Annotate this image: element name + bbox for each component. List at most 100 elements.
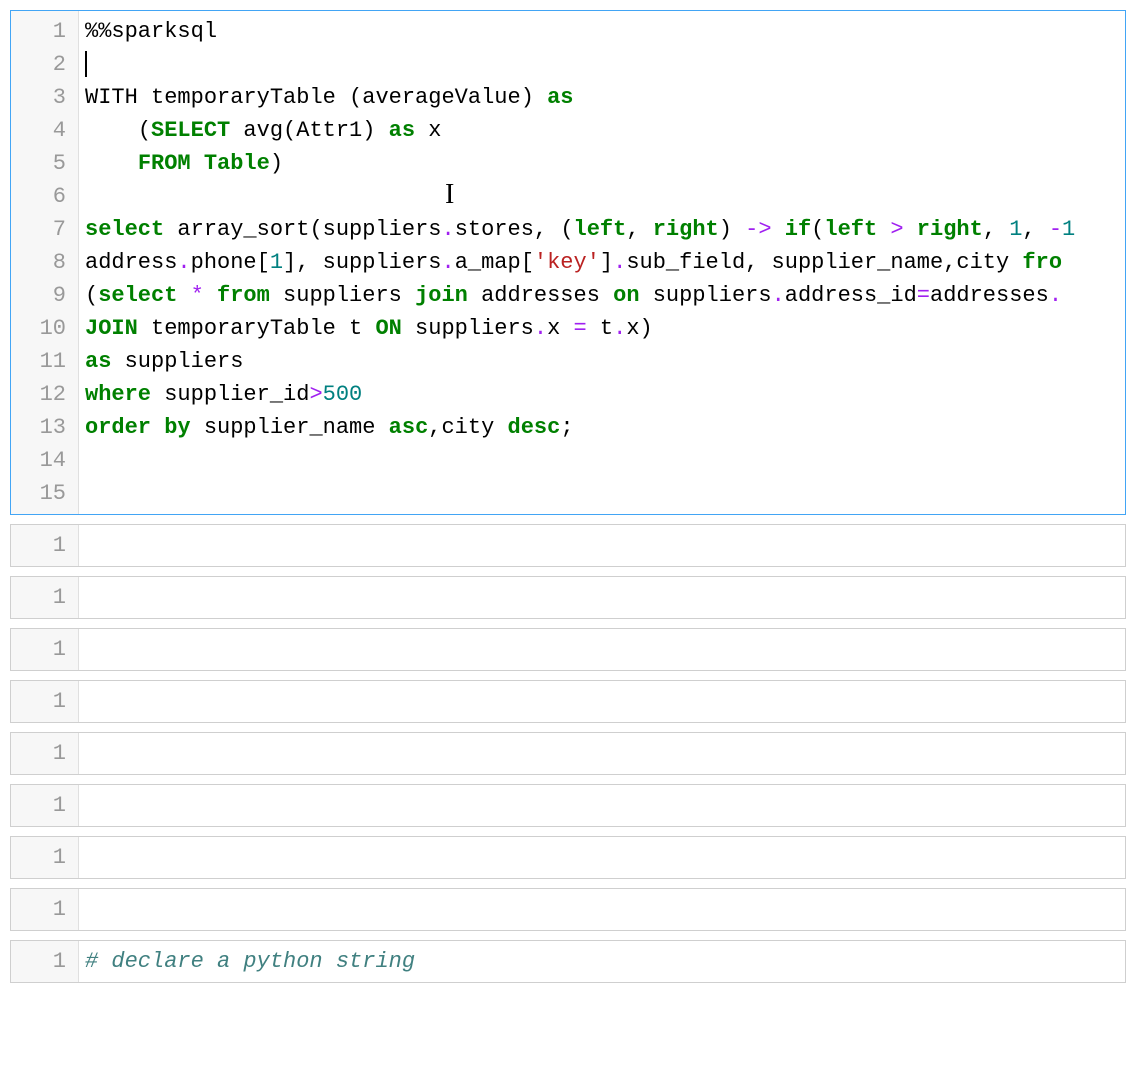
code-token: address_id [785,283,917,308]
code-editor[interactable] [79,733,1125,774]
code-token: left [824,217,877,242]
code-cell[interactable]: 1 [10,576,1126,619]
line-number: 1 [15,737,66,770]
code-token: WITH [85,85,138,110]
code-line[interactable]: I [85,180,1123,213]
code-token: - [1049,217,1062,242]
code-line[interactable]: FROM Table) [85,147,1123,180]
code-token: , [428,415,441,440]
code-line[interactable]: (select * from suppliers join addresses … [85,279,1123,312]
code-token: ( [138,118,151,143]
code-line[interactable] [85,685,1123,718]
code-token: suppliers [640,283,772,308]
code-token: x [415,118,441,143]
code-token: t [587,316,613,341]
code-line[interactable] [85,893,1123,926]
code-token: ] [600,250,613,275]
code-token: [ [521,250,534,275]
code-token: suppliers [402,316,534,341]
code-line[interactable]: # declare a python string [85,945,1123,978]
code-token: ) [362,118,375,143]
code-cell[interactable]: 1 [10,784,1126,827]
code-token: ( [811,217,824,242]
code-cell[interactable]: 1 [10,628,1126,671]
code-line[interactable] [85,633,1123,666]
line-number: 1 [15,581,66,614]
code-line[interactable] [85,444,1123,477]
code-token: x [626,316,639,341]
code-line[interactable]: as suppliers [85,345,1123,378]
code-token [191,151,204,176]
code-line[interactable] [85,581,1123,614]
code-token: . [613,250,626,275]
code-cell[interactable]: 1 [10,888,1126,931]
code-token: ON [375,316,401,341]
code-token: , [1022,217,1035,242]
text-cursor-icon [85,51,87,77]
code-editor[interactable] [79,837,1125,878]
code-editor[interactable] [79,577,1125,618]
line-number: 13 [15,411,66,444]
line-number: 1 [15,893,66,926]
code-cell[interactable]: 1 [10,836,1126,879]
code-token: . [441,217,454,242]
code-token: , [943,250,956,275]
code-token: = [574,316,587,341]
code-token: suppliers [111,349,243,374]
code-token: ) [521,85,534,110]
code-token: , [534,217,547,242]
line-number-gutter: 1 [11,785,79,826]
code-editor[interactable]: # declare a python string [79,941,1125,982]
code-cell[interactable]: 1 # declare a python string [10,940,1126,983]
code-token: address [85,250,177,275]
code-token: SELECT [151,118,230,143]
code-line[interactable]: JOIN temporaryTable t ON suppliers.x = t… [85,312,1123,345]
line-number-gutter: 1 [11,629,79,670]
code-line[interactable] [85,789,1123,822]
code-line[interactable]: address.phone[1], suppliers.a_map['key']… [85,246,1123,279]
line-number: 1 [15,945,66,978]
code-line[interactable]: (SELECT avg(Attr1) as x [85,114,1123,147]
code-token: city [441,415,507,440]
code-editor[interactable] [79,785,1125,826]
code-line[interactable] [85,48,1123,81]
code-token: array_sort [164,217,309,242]
code-cell[interactable]: 1 [10,524,1126,567]
code-token: ( [560,217,573,242]
code-token: fro [1022,250,1062,275]
code-editor[interactable] [79,629,1125,670]
code-token: on [613,283,639,308]
code-token [1036,217,1049,242]
code-line[interactable]: %%sparksql [85,15,1123,48]
code-token [904,217,917,242]
code-token: ( [283,118,296,143]
code-line[interactable] [85,477,1123,510]
code-line[interactable]: order by supplier_name asc,city desc; [85,411,1123,444]
code-line[interactable]: select array_sort(suppliers.stores, (lef… [85,213,1123,246]
code-line[interactable] [85,841,1123,874]
code-cell[interactable]: 123456789101112131415%%sparksqlWITH temp… [10,10,1126,515]
code-line[interactable]: where supplier_id>500 [85,378,1123,411]
code-token: ) [270,151,283,176]
code-line[interactable] [85,529,1123,562]
code-line[interactable]: WITH temporaryTable (averageValue) as [85,81,1123,114]
code-cell[interactable]: 1 [10,680,1126,723]
code-editor[interactable] [79,889,1125,930]
code-line[interactable] [85,737,1123,770]
line-number: 2 [15,48,66,81]
line-number: 15 [15,477,66,510]
code-token [877,217,890,242]
code-token: supplier_id [151,382,309,407]
code-editor[interactable] [79,681,1125,722]
code-token: stores [455,217,534,242]
code-token: ( [309,217,322,242]
line-number-gutter: 1 [11,525,79,566]
code-token: temporaryTable [138,85,349,110]
code-token [375,118,388,143]
code-token: city [956,250,1022,275]
line-number: 1 [15,841,66,874]
code-editor[interactable]: %%sparksql WITH temporaryTable (averageVa… [79,11,1125,514]
code-cell[interactable]: 1 [10,732,1126,775]
code-editor[interactable] [79,525,1125,566]
code-token [534,85,547,110]
